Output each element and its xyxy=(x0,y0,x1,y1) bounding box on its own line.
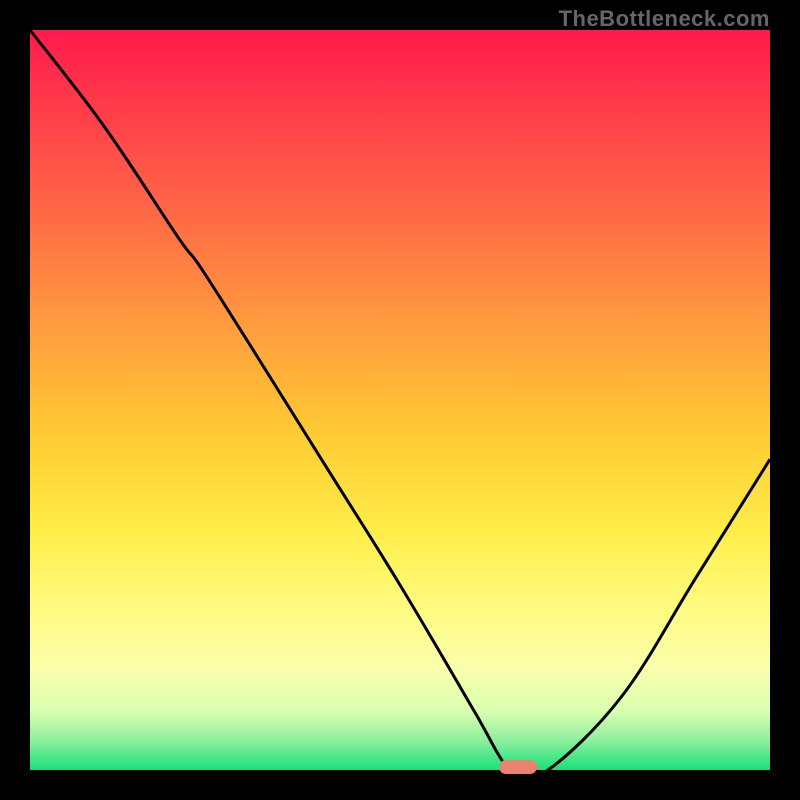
plot-area xyxy=(30,30,770,770)
curve-path xyxy=(30,30,770,776)
attribution-text: TheBottleneck.com xyxy=(559,6,770,32)
bottleneck-curve xyxy=(30,30,770,770)
optimal-marker xyxy=(499,760,537,774)
chart-container: TheBottleneck.com xyxy=(0,0,800,800)
